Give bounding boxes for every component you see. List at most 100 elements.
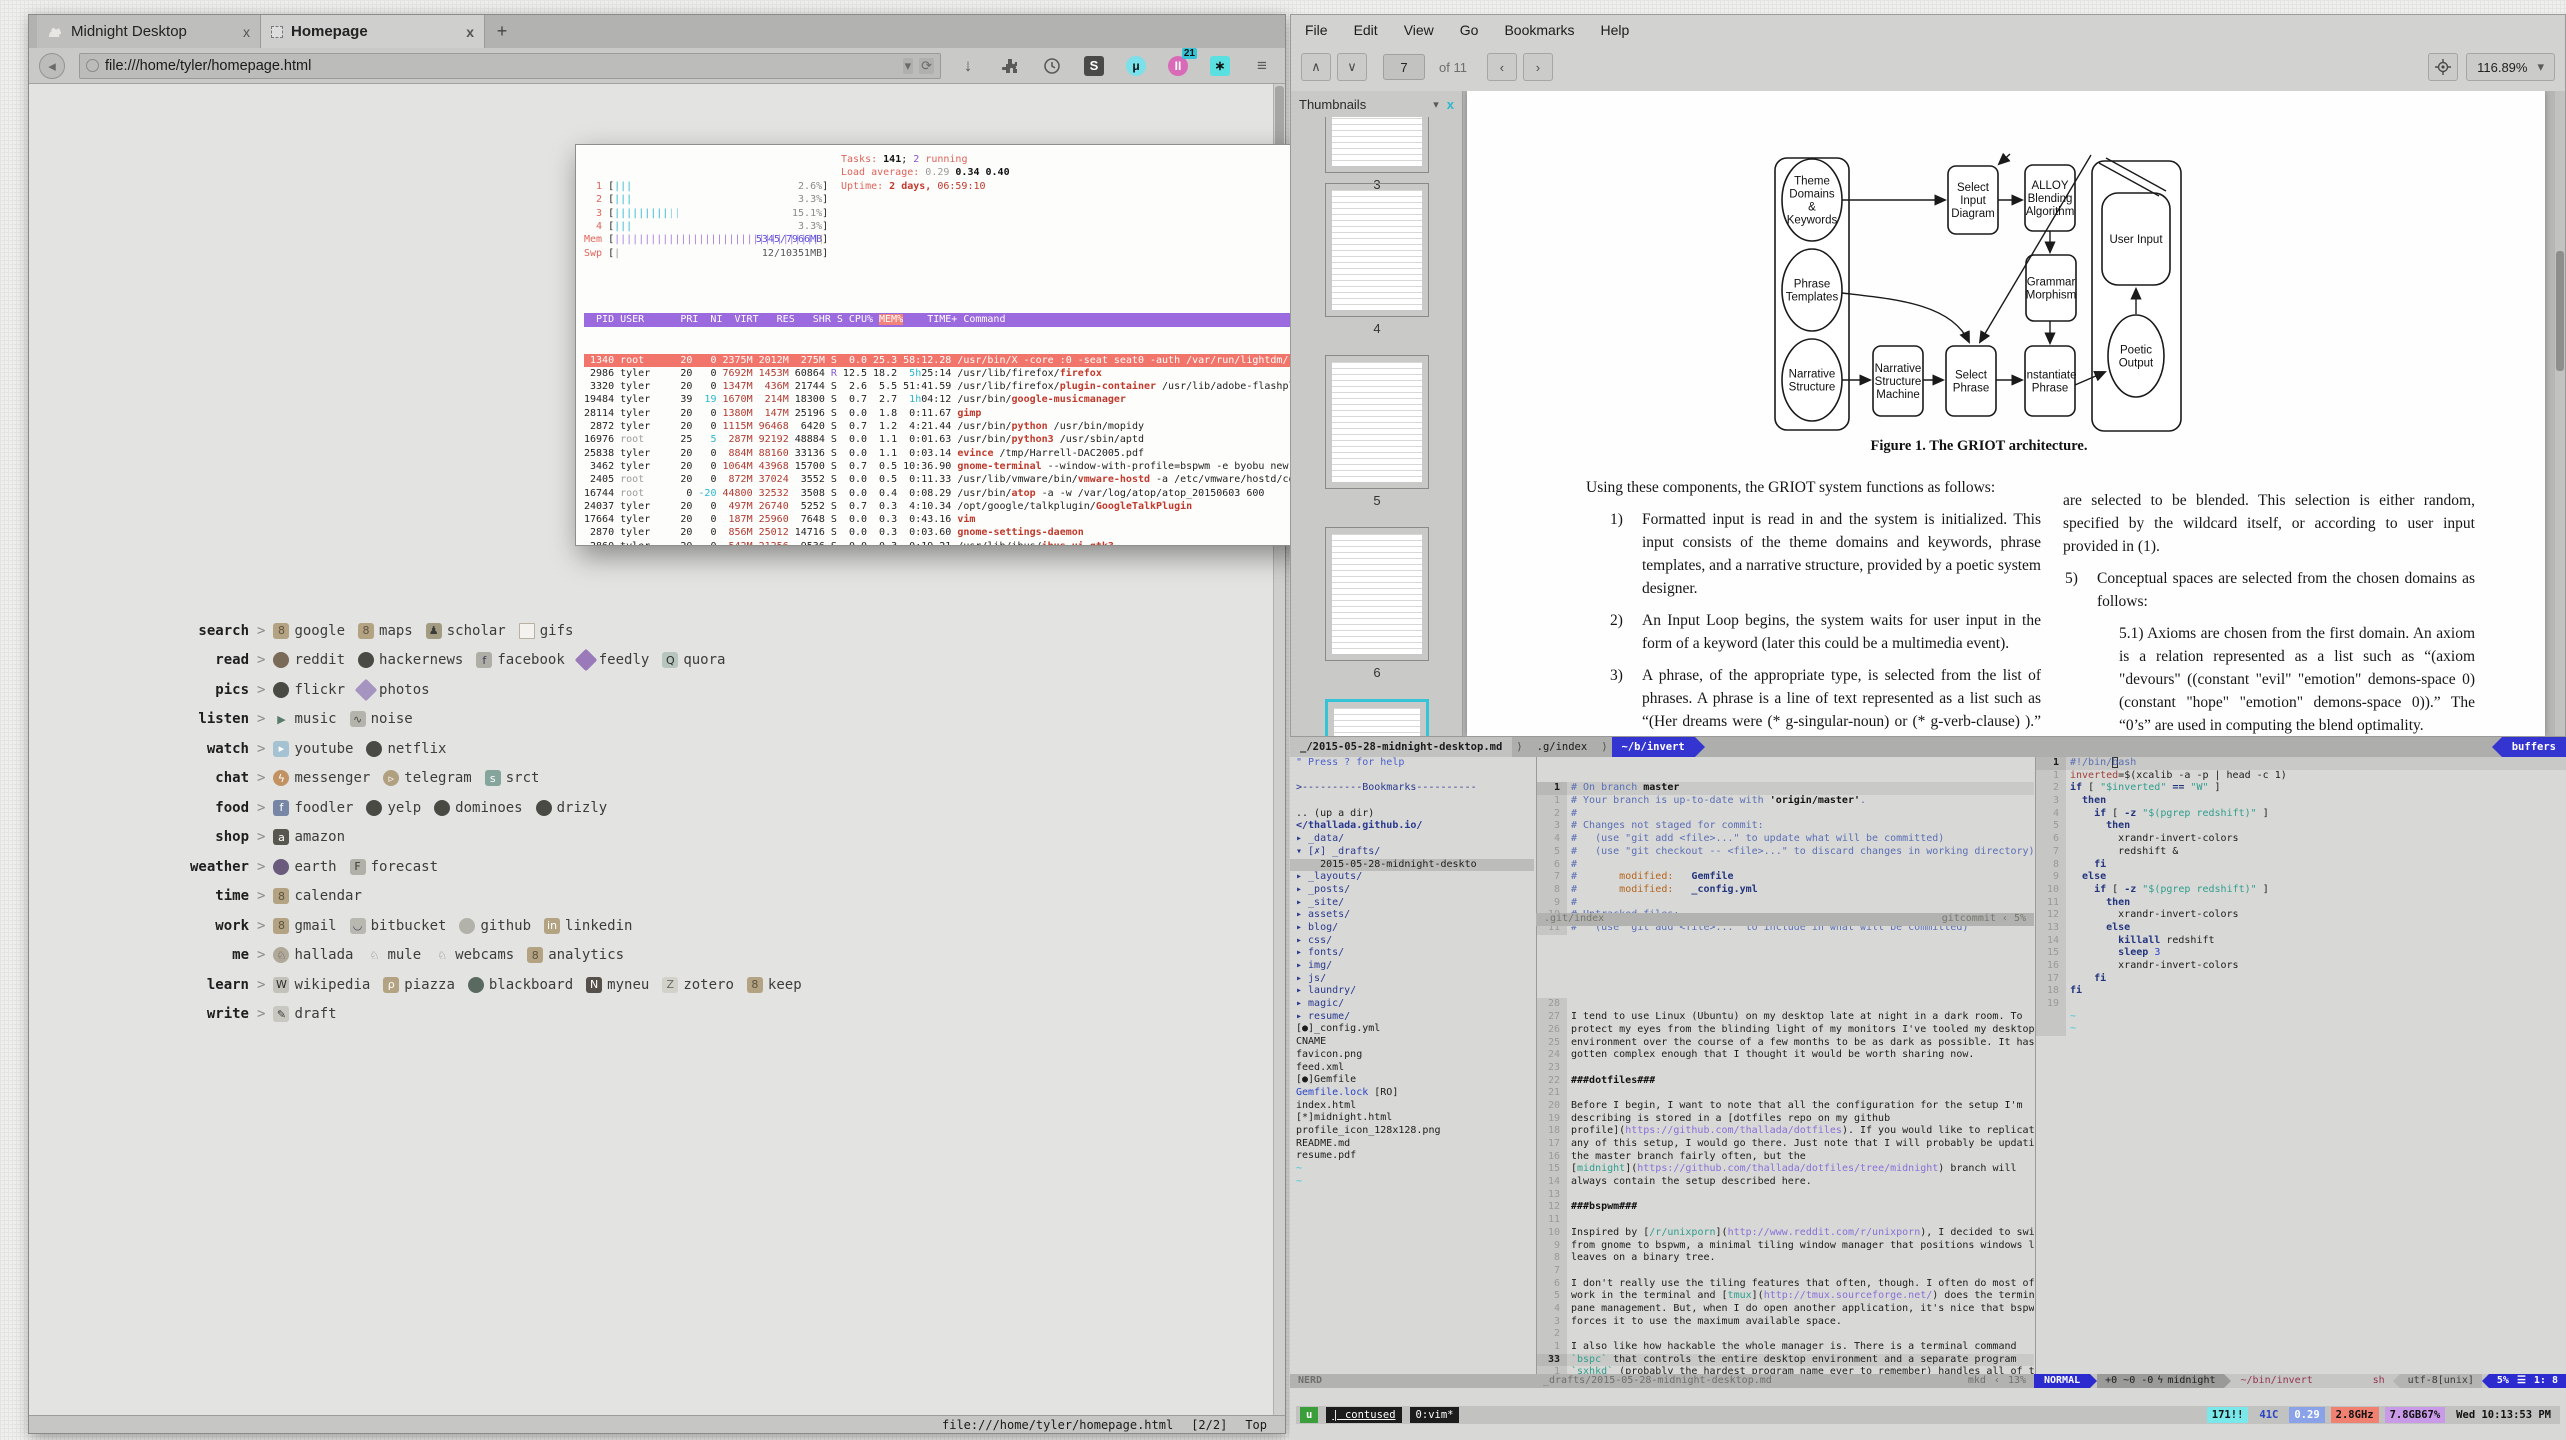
gitcommit-line[interactable]: 5# (use "git checkout -- <file>..." to d… xyxy=(1537,846,2034,859)
nerdtree-item[interactable]: README.md xyxy=(1290,1138,1534,1151)
homepage-link[interactable]: 8google xyxy=(273,623,345,639)
process-row[interactable]: 25838 tyler 20 0 884M 88160 33136 S 0.0 … xyxy=(584,447,1330,460)
menu-go[interactable]: Go xyxy=(1460,22,1479,38)
homepage-link[interactable]: ◡bitbucket xyxy=(350,918,447,934)
homepage-link[interactable]: 8calendar xyxy=(273,888,361,904)
script-line[interactable]: 2if [ "$inverted" == "W" ] xyxy=(2036,782,2566,795)
nerdtree-item[interactable]: ▸ css/ xyxy=(1290,935,1534,948)
s-extension-icon[interactable]: S xyxy=(1081,53,1107,79)
nerdtree-item[interactable]: .. (up a dir) xyxy=(1290,808,1534,821)
pdf-scrollbar[interactable] xyxy=(2555,91,2565,736)
homepage-link[interactable]: ♘mule xyxy=(366,947,421,963)
script-line[interactable]: 11 then xyxy=(2036,897,2566,910)
script-line[interactable]: 13 else xyxy=(2036,922,2566,935)
gitcommit-line[interactable]: 1# Your branch is up-to-date with 'origi… xyxy=(1537,795,2034,808)
nerdtree-item[interactable]: >----------Bookmarks---------- xyxy=(1290,782,1534,795)
nerdtree-item[interactable]: ▾ [✗] _drafts/ xyxy=(1290,846,1534,859)
nerdtree-item[interactable]: [*]midnight.html xyxy=(1290,1112,1534,1125)
homepage-link[interactable]: ♘hallada xyxy=(273,947,353,963)
homepage-link[interactable]: gifs xyxy=(519,623,574,639)
homepage-link[interactable]: ▶music xyxy=(273,711,336,727)
script-line[interactable]: 3 then xyxy=(2036,795,2566,808)
homepage-link[interactable]: ♘webcams xyxy=(434,947,514,963)
homepage-link[interactable]: ✎draft xyxy=(273,1006,336,1022)
nerdtree-item[interactable]: ▸ laundry/ xyxy=(1290,985,1534,998)
nerdtree-item[interactable]: ▸ assets/ xyxy=(1290,909,1534,922)
homepage-link[interactable]: 8maps xyxy=(358,623,413,639)
new-tab-button[interactable]: + xyxy=(485,15,519,48)
homepage-link[interactable]: ϟmessenger xyxy=(273,770,370,786)
page-number-input[interactable]: 7 xyxy=(1383,54,1425,80)
sort-column-mem[interactable]: MEM% xyxy=(879,314,903,325)
page-thumbnail[interactable] xyxy=(1325,183,1429,317)
markdown-line[interactable]: 13 xyxy=(1537,1189,2034,1202)
gitcommit-line[interactable]: 4# (use "git add <file>..." to update wh… xyxy=(1537,833,2034,846)
homepage-link[interactable]: inlinkedin xyxy=(544,918,632,934)
gitcommit-line[interactable]: 9# xyxy=(1537,897,2034,910)
process-row[interactable]: 3462 tyler 20 0 1064M 43968 15700 S 0.7 … xyxy=(584,460,1330,473)
page-thumbnail[interactable] xyxy=(1325,355,1429,489)
nerdtree-item[interactable]: ▸ magic/ xyxy=(1290,998,1534,1011)
homepage-link[interactable]: flickr xyxy=(273,682,345,698)
markdown-line[interactable]: 22###dotfiles### xyxy=(1537,1075,2034,1088)
nerdtree-item[interactable]: index.html xyxy=(1290,1100,1534,1113)
markdown-line[interactable]: 12###bspwm### xyxy=(1537,1201,2034,1214)
nerdtree-item[interactable]: [●]_config.yml xyxy=(1290,1023,1534,1036)
script-line[interactable]: 19 xyxy=(2036,998,2566,1011)
markdown-line[interactable]: 8leaves on a binary tree. xyxy=(1537,1252,2034,1265)
markdown-line[interactable]: 11 xyxy=(1537,1214,2034,1227)
markdown-line[interactable]: 5work in the terminal and [tmux](http://… xyxy=(1537,1290,2034,1303)
homepage-link[interactable]: drizly xyxy=(536,800,608,816)
script-line[interactable]: 12 xrandr-invert-colors xyxy=(2036,909,2566,922)
script-line[interactable]: 16 xrandr-invert-colors xyxy=(2036,960,2566,973)
markdown-line[interactable]: 1I also like how hackable the whole mana… xyxy=(1537,1341,2034,1354)
menu-bookmarks[interactable]: Bookmarks xyxy=(1504,22,1574,38)
nerdtree-item[interactable]: ~ xyxy=(1290,1163,1534,1176)
reload-icon[interactable]: ⟳ xyxy=(919,58,934,74)
gitcommit-line[interactable]: 6# xyxy=(1537,859,2034,872)
page-down-button[interactable]: ∨ xyxy=(1337,53,1367,81)
nerdtree-item[interactable]: CNAME xyxy=(1290,1036,1534,1049)
homepage-link[interactable]: ▹telegram xyxy=(383,770,471,786)
menu-edit[interactable]: Edit xyxy=(1354,22,1378,38)
homepage-link[interactable]: 8keep xyxy=(747,977,802,993)
script-line[interactable]: 7 redshift & xyxy=(2036,846,2566,859)
nerdtree-pane[interactable]: " Press ? for help >----------Bookmarks-… xyxy=(1290,757,1534,1374)
markdown-line[interactable]: 19describing is stored in a [dotfiles re… xyxy=(1537,1113,2034,1126)
script-line[interactable]: 10 if [ -z "$(pgrep redshift)" ] xyxy=(2036,884,2566,897)
process-row[interactable]: 2860 tyler 20 0 542M 21256 9536 S 0.0 0.… xyxy=(584,540,1330,546)
markdown-line[interactable]: 9from gnome to bspwm, a minimal tiling w… xyxy=(1537,1240,2034,1253)
markdown-line[interactable]: 17any of this setup, I would go there. J… xyxy=(1537,1138,2034,1151)
script-line[interactable]: 14 killall redshift xyxy=(2036,935,2566,948)
homepage-link[interactable]: ♟scholar xyxy=(426,623,506,639)
homepage-link[interactable]: dominoes xyxy=(434,800,522,816)
nerdtree-item[interactable]: ▸ _site/ xyxy=(1290,897,1534,910)
vim-tab-invert-active[interactable]: ~/b/invert xyxy=(1612,737,1695,757)
nerdtree-item[interactable]: [●]Gemfile xyxy=(1290,1074,1534,1087)
nerdtree-item[interactable]: ▸ img/ xyxy=(1290,960,1534,973)
markdown-line[interactable]: 2 xyxy=(1537,1328,2034,1341)
process-row[interactable]: 28114 tyler 20 0 1380M 147M 25196 S 0.0 … xyxy=(584,407,1330,420)
homepage-link[interactable]: ssrct xyxy=(485,770,540,786)
markdown-line[interactable]: 28 xyxy=(1537,998,2034,1011)
process-row[interactable]: 2870 tyler 20 0 856M 25012 14716 S 0.0 0… xyxy=(584,526,1330,539)
browser-tab[interactable]: Midnight Desktopx xyxy=(37,15,261,48)
page-thumbnail[interactable] xyxy=(1325,117,1429,173)
url-dropdown-icon[interactable]: ▾ xyxy=(903,58,914,74)
back-button[interactable]: ◂ xyxy=(39,53,65,79)
nerdtree-item[interactable]: ▸ _data/ xyxy=(1290,833,1534,846)
asterisk-extension-icon[interactable]: ∗ xyxy=(1207,53,1233,79)
markdown-line[interactable]: 25environment over the course of a few m… xyxy=(1537,1037,2034,1050)
homepage-link[interactable]: aamazon xyxy=(273,829,345,845)
nerdtree-item[interactable]: ▸ blog/ xyxy=(1290,922,1534,935)
homepage-link[interactable]: earth xyxy=(273,859,336,875)
homepage-link[interactable]: photos xyxy=(358,682,430,698)
script-line[interactable]: 1#!/bin/bash xyxy=(2036,757,2566,770)
homepage-link[interactable]: github xyxy=(459,918,531,934)
history-back-button[interactable]: ‹ xyxy=(1487,53,1517,81)
download-icon[interactable]: ↓ xyxy=(955,53,981,79)
markdown-line[interactable]: 21 xyxy=(1537,1087,2034,1100)
script-line[interactable]: 4 if [ -z "$(pgrep redshift)" ] xyxy=(2036,808,2566,821)
homepage-link[interactable]: 8analytics xyxy=(527,947,624,963)
script-line[interactable]: 18fi xyxy=(2036,985,2566,998)
